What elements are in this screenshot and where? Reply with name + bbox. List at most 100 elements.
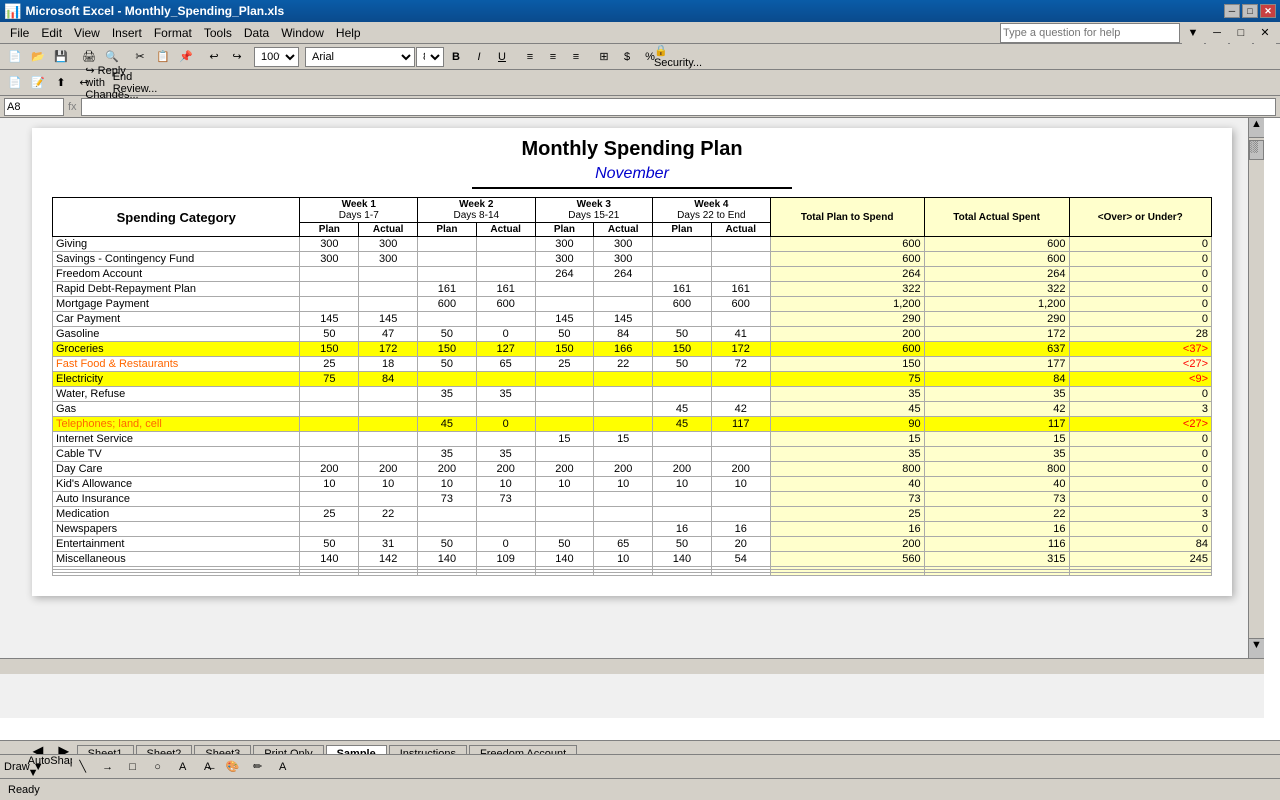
cell-w2p bbox=[418, 573, 477, 576]
vertical-scrollbar[interactable]: ▲ ░ ▼ bbox=[1248, 118, 1264, 658]
merge-btn[interactable]: ⊞ bbox=[593, 46, 615, 68]
close-app-btn[interactable]: ✕ bbox=[1254, 22, 1276, 44]
cell-w1a: 300 bbox=[359, 252, 418, 267]
redo-btn[interactable]: ↪ bbox=[226, 46, 248, 68]
category-header: Spending Category bbox=[53, 198, 300, 237]
cell-ou: <27> bbox=[1069, 417, 1211, 432]
cell-w2p: 73 bbox=[418, 492, 477, 507]
cell-w2a bbox=[476, 252, 535, 267]
textbox-btn[interactable]: A bbox=[172, 756, 194, 778]
ask-question-input[interactable] bbox=[1000, 23, 1180, 43]
save-btn[interactable]: 💾 bbox=[50, 46, 72, 68]
cell-w1p: 145 bbox=[300, 312, 359, 327]
cell-w2a: 600 bbox=[476, 297, 535, 312]
oval-btn[interactable]: ○ bbox=[147, 756, 169, 778]
align-center-btn[interactable]: ≡ bbox=[542, 46, 564, 68]
cell-ta: 800 bbox=[924, 462, 1069, 477]
cell-w4p: 50 bbox=[653, 537, 712, 552]
category-cell: Auto Insurance bbox=[53, 492, 300, 507]
security-btn[interactable]: 🔒 Security... bbox=[667, 46, 689, 68]
menu-edit[interactable]: Edit bbox=[35, 24, 68, 42]
cell-tp: 800 bbox=[770, 462, 924, 477]
minimize-app-btn[interactable]: ─ bbox=[1206, 22, 1228, 44]
line-color-btn[interactable]: ✏ bbox=[247, 756, 269, 778]
cell-w3p bbox=[535, 417, 594, 432]
tb2-btn1[interactable]: 📄 bbox=[4, 72, 26, 94]
cell-w1a: 142 bbox=[359, 552, 418, 567]
italic-btn[interactable]: I bbox=[468, 46, 490, 68]
help-search-btn[interactable]: ▼ bbox=[1182, 22, 1204, 44]
zoom-select[interactable]: 100% bbox=[254, 47, 299, 67]
cell-w3p: 300 bbox=[535, 252, 594, 267]
table-row: Groceries150172150127150166150172600637<… bbox=[53, 342, 1212, 357]
menu-tools[interactable]: Tools bbox=[198, 24, 238, 42]
tb2-btn2[interactable]: 📝 bbox=[27, 72, 49, 94]
autoshapes-btn[interactable]: AutoShapes ▼ bbox=[47, 756, 69, 778]
arrow-btn[interactable]: → bbox=[97, 756, 119, 778]
cell-w2a bbox=[476, 267, 535, 282]
bold-btn[interactable]: B bbox=[445, 46, 467, 68]
underline-btn[interactable]: U bbox=[491, 46, 513, 68]
table-row: Entertainment50315005065502020011684 bbox=[53, 537, 1212, 552]
menu-view[interactable]: View bbox=[68, 24, 106, 42]
rect-btn[interactable]: □ bbox=[122, 756, 144, 778]
category-cell: Mortgage Payment bbox=[53, 297, 300, 312]
w3-plan-header: Plan bbox=[535, 223, 594, 237]
tb2-btn3[interactable]: ⬆ bbox=[50, 72, 72, 94]
close-btn[interactable]: ✕ bbox=[1260, 4, 1276, 18]
cell-tp: 15 bbox=[770, 432, 924, 447]
cell-w4a: 117 bbox=[711, 417, 770, 432]
cell-w1p: 300 bbox=[300, 252, 359, 267]
align-right-btn[interactable]: ≡ bbox=[565, 46, 587, 68]
wordart-btn[interactable]: A̶ bbox=[197, 756, 219, 778]
table-row: Water, Refuse353535350 bbox=[53, 387, 1212, 402]
spending-table: Spending Category Week 1 Days 1-7 Week 2… bbox=[52, 197, 1212, 576]
cell-ta: 1,200 bbox=[924, 297, 1069, 312]
currency-btn[interactable]: $ bbox=[616, 46, 638, 68]
cell-tp: 73 bbox=[770, 492, 924, 507]
horizontal-scrollbar[interactable] bbox=[0, 658, 1264, 674]
category-cell: Gas bbox=[53, 402, 300, 417]
cell-tp: 290 bbox=[770, 312, 924, 327]
cell-ta: 637 bbox=[924, 342, 1069, 357]
cell-w3a bbox=[594, 402, 653, 417]
line-btn[interactable]: ╲ bbox=[72, 756, 94, 778]
cell-ta: 73 bbox=[924, 492, 1069, 507]
menu-window[interactable]: Window bbox=[275, 24, 330, 42]
tb2-end-review[interactable]: End Review... bbox=[124, 72, 146, 94]
cell-w4a: 172 bbox=[711, 342, 770, 357]
cell-w4p bbox=[653, 267, 712, 282]
new-btn[interactable]: 📄 bbox=[4, 46, 26, 68]
menu-help[interactable]: Help bbox=[330, 24, 367, 42]
font-select[interactable]: Arial bbox=[305, 47, 415, 67]
cell-w2p bbox=[418, 312, 477, 327]
menu-data[interactable]: Data bbox=[238, 24, 275, 42]
menu-format[interactable]: Format bbox=[148, 24, 198, 42]
menu-insert[interactable]: Insert bbox=[106, 24, 148, 42]
cell-w4p: 16 bbox=[653, 522, 712, 537]
align-left-btn[interactable]: ≡ bbox=[519, 46, 541, 68]
open-btn[interactable]: 📂 bbox=[27, 46, 49, 68]
font-color-btn[interactable]: A bbox=[272, 756, 294, 778]
cell-w4a: 72 bbox=[711, 357, 770, 372]
cell-ou: <37> bbox=[1069, 342, 1211, 357]
w4-actual-header: Actual bbox=[711, 223, 770, 237]
formula-input[interactable] bbox=[81, 98, 1276, 116]
paste-btn[interactable]: 📌 bbox=[175, 46, 197, 68]
menu-file[interactable]: File bbox=[4, 24, 35, 42]
table-row: Savings - Contingency Fund30030030030060… bbox=[53, 252, 1212, 267]
minimize-btn[interactable]: ─ bbox=[1224, 4, 1240, 18]
cell-tp: 600 bbox=[770, 252, 924, 267]
maximize-btn[interactable]: □ bbox=[1242, 4, 1258, 18]
fill-color-btn[interactable]: 🎨 bbox=[222, 756, 244, 778]
cell-w1a: 47 bbox=[359, 327, 418, 342]
undo-btn[interactable]: ↩ bbox=[203, 46, 225, 68]
size-select[interactable]: 8 bbox=[416, 47, 444, 67]
cell-ou: 0 bbox=[1069, 282, 1211, 297]
cell-tp bbox=[770, 573, 924, 576]
cell-w1p bbox=[300, 282, 359, 297]
cell-ou: 0 bbox=[1069, 252, 1211, 267]
cell-reference-input[interactable] bbox=[4, 98, 64, 116]
restore-app-btn[interactable]: □ bbox=[1230, 22, 1252, 44]
copy-btn[interactable]: 📋 bbox=[152, 46, 174, 68]
